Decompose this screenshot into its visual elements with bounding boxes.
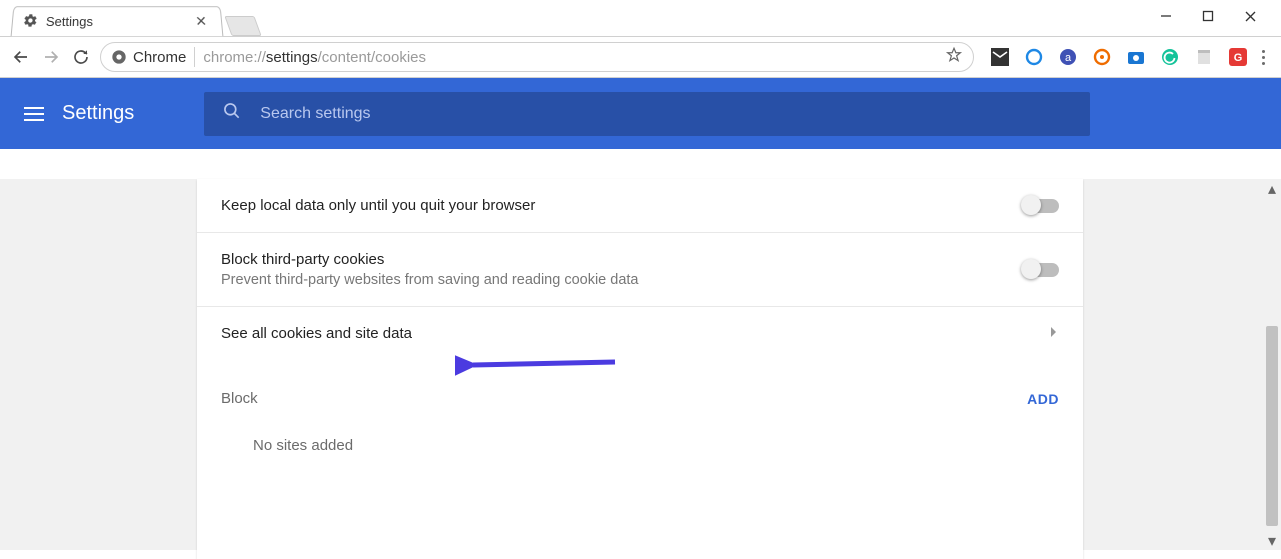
page-title: Settings: [62, 102, 134, 125]
svg-text:a: a: [1065, 52, 1072, 64]
search-icon: [222, 101, 242, 126]
extensions-row: a G: [982, 47, 1248, 67]
scroll-track[interactable]: [1265, 196, 1279, 534]
ext-grammarly-icon[interactable]: [1160, 47, 1180, 67]
maximize-button[interactable]: [1201, 9, 1215, 23]
ext-blue-circle-icon[interactable]: [1024, 47, 1044, 67]
block-empty-text: No sites added: [197, 417, 1083, 474]
tab-title: Settings: [46, 14, 184, 29]
ext-camera-icon[interactable]: [1126, 47, 1146, 67]
minimize-button[interactable]: [1159, 9, 1173, 23]
origin-chip: Chrome: [111, 49, 186, 66]
block-label: Block: [221, 390, 258, 407]
scroll-thumb[interactable]: [1266, 326, 1278, 526]
address-bar[interactable]: Chrome chrome://settings/content/cookies: [100, 42, 974, 72]
ext-red-g-icon[interactable]: G: [1228, 47, 1248, 67]
back-button[interactable]: [10, 46, 32, 68]
browser-menu-button[interactable]: [1256, 50, 1271, 65]
scroll-up-button[interactable]: ▴: [1265, 182, 1279, 196]
scroll-down-button[interactable]: ▾: [1265, 534, 1279, 548]
ext-orange-circle-icon[interactable]: [1092, 47, 1112, 67]
tab-settings[interactable]: Settings ✕: [11, 6, 224, 36]
block-section-header: Block ADD: [197, 360, 1083, 417]
search-input[interactable]: [260, 105, 1072, 123]
browser-toolbar: Chrome chrome://settings/content/cookies…: [0, 36, 1281, 78]
url-text: chrome://settings/content/cookies: [203, 49, 426, 66]
ext-a-icon[interactable]: a: [1058, 47, 1078, 67]
window-controls: [1159, 0, 1281, 32]
toggle-keep-local[interactable]: [1023, 199, 1059, 213]
setting-row-see-all-cookies[interactable]: See all cookies and site data: [197, 307, 1083, 360]
address-separator: [194, 47, 195, 67]
settings-card: Keep local data only until you quit your…: [197, 179, 1083, 559]
setting-title: See all cookies and site data: [221, 325, 1049, 342]
close-window-button[interactable]: [1243, 9, 1257, 23]
toggle-block-third-party[interactable]: [1023, 263, 1059, 277]
ext-doc-icon[interactable]: [1194, 47, 1214, 67]
chevron-right-icon: [1049, 325, 1059, 342]
content-area: Keep local data only until you quit your…: [0, 179, 1281, 550]
svg-text:G: G: [1234, 52, 1243, 64]
setting-row-block-third-party[interactable]: Block third-party cookies Prevent third-…: [197, 233, 1083, 307]
tab-strip: Settings ✕: [0, 0, 1281, 36]
vertical-scrollbar[interactable]: ▴ ▾: [1265, 182, 1279, 548]
setting-subtitle: Prevent third-party websites from saving…: [221, 272, 1023, 288]
menu-button[interactable]: [24, 107, 44, 121]
add-button[interactable]: ADD: [1027, 391, 1059, 407]
origin-label: Chrome: [133, 49, 186, 66]
reload-button[interactable]: [70, 46, 92, 68]
setting-title: Block third-party cookies: [221, 251, 1023, 268]
gear-icon: [22, 13, 38, 31]
setting-title: Keep local data only until you quit your…: [221, 197, 1023, 214]
setting-row-keep-local[interactable]: Keep local data only until you quit your…: [197, 179, 1083, 233]
search-settings-box[interactable]: [204, 92, 1090, 136]
tab-close-button[interactable]: ✕: [191, 13, 212, 30]
chrome-icon: [111, 49, 127, 65]
settings-app-header: Settings: [0, 78, 1281, 149]
ext-gmail-icon[interactable]: [990, 47, 1010, 67]
forward-button[interactable]: [40, 46, 62, 68]
star-icon[interactable]: [945, 46, 963, 68]
new-tab-button[interactable]: [224, 16, 261, 36]
